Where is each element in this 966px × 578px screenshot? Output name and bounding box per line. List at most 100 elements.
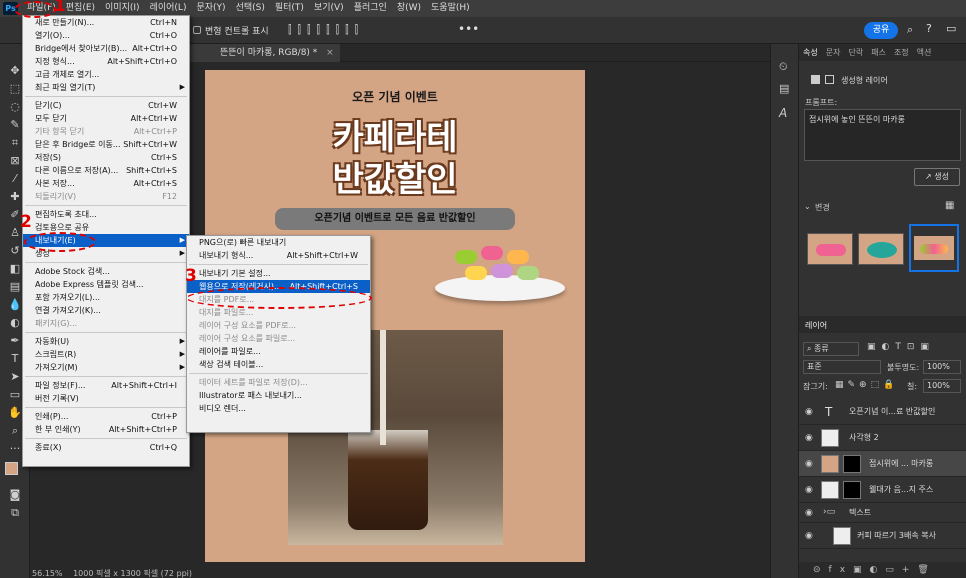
menu-window[interactable]: 창(W) — [392, 0, 426, 17]
file_menu-item[interactable]: 새로 만들기(N)... Ctrl+N — [23, 16, 189, 29]
file_menu-item[interactable]: 파일 정보(F)... Alt+Shift+Ctrl+I — [23, 379, 189, 392]
file_menu-item[interactable]: 가져오기(M) ▶ — [23, 361, 189, 374]
export_menu-item[interactable]: 색상 검색 테이블... — [187, 358, 370, 371]
tab-adjustments[interactable]: 조정 — [890, 47, 913, 58]
file_menu-item[interactable]: 열기(O)... Ctrl+O — [23, 29, 189, 42]
visibility-eye-icon[interactable]: ◉ — [805, 433, 813, 443]
export_menu-item[interactable]: 비디오 렌더... — [187, 402, 370, 415]
fill-field[interactable]: 100% — [923, 379, 961, 393]
file_menu-item[interactable]: 닫기(C) Ctrl+W — [23, 99, 189, 112]
menu-type[interactable]: 문자(Y) — [191, 0, 230, 17]
layer-footer-icons[interactable]: ⊝fx▣◐▭+🗑 — [799, 562, 966, 578]
export_menu-item[interactable]: 내보내기 형식... Alt+Shift+Ctrl+W — [187, 249, 370, 262]
file_menu-item[interactable]: 고급 개체로 열기... — [23, 68, 189, 81]
visibility-eye-icon[interactable]: ◉ — [805, 407, 813, 417]
close-tab-icon[interactable]: × — [326, 48, 334, 58]
transform-controls-checkbox[interactable] — [193, 26, 201, 34]
poster-banner: 오픈기념 이벤트로 모든 음료 반값할인 — [275, 208, 515, 230]
generate-icon: ↗ — [925, 172, 932, 181]
grid-view-icon[interactable]: ▦ — [945, 200, 954, 211]
menu-help[interactable]: 도움말(H) — [426, 0, 475, 17]
lock-icons[interactable]: ▦✎⊕⬚🔒 — [835, 380, 898, 390]
menu-view[interactable]: 보기(V) — [309, 0, 349, 17]
layer-mask-thumbnail[interactable] — [843, 455, 861, 473]
character-icon[interactable]: A — [779, 106, 787, 120]
file_menu-item[interactable]: Bridge에서 찾아보기(B)... Alt+Ctrl+O — [23, 42, 189, 55]
milk-stream — [380, 330, 386, 445]
file_menu-item[interactable]: 포함 가져오기(L)... — [23, 291, 189, 304]
file_menu-item[interactable]: 저장(S) Ctrl+S — [23, 151, 189, 164]
history-icon[interactable]: ⏲ — [779, 60, 788, 74]
file_menu-item[interactable]: Adobe Stock 검색... — [23, 265, 189, 278]
export_menu-item[interactable]: 내보내기 기본 설정... — [187, 267, 370, 280]
comments-icon[interactable]: ▤ — [779, 82, 789, 95]
file_menu-item[interactable]: 연결 가져오기(K)... — [23, 304, 189, 317]
tab-paths[interactable]: 패스 — [867, 47, 890, 58]
tab-paragraph[interactable]: 단락 — [844, 47, 867, 58]
file_menu-item[interactable]: 종료(X) Ctrl+Q — [23, 441, 189, 454]
document-tab[interactable]: 뜬뜬이 마카롱, RGB/8) * × — [190, 44, 340, 62]
layer-row-text[interactable]: ◉ T 오픈기념 이...료 반값할인 — [799, 399, 966, 425]
panel-icon-strip: ⏲ ▤ A — [770, 44, 798, 578]
variation-thumbnail-3-selected[interactable] — [909, 224, 959, 272]
export_menu-item[interactable]: Illustrator로 패스 내보내기... — [187, 389, 370, 402]
layer-name: 오픈기념 이...료 반값할인 — [849, 407, 936, 416]
help-icon[interactable]: ? — [926, 22, 932, 35]
annotation-ring-export — [24, 232, 96, 252]
variation-thumbnail-1[interactable] — [807, 233, 853, 265]
file_menu-item-label: Adobe Stock 검색... — [35, 267, 110, 276]
tab-properties[interactable]: 속성 — [799, 47, 822, 58]
align-icons[interactable]: ⫿⫿⫿⫿⫿⫿⫿⫿ — [288, 23, 364, 37]
foreground-color-swatch[interactable] — [5, 462, 18, 475]
workspace-icon[interactable]: ▭ — [946, 22, 956, 35]
menu-select[interactable]: 선택(S) — [231, 0, 270, 17]
visibility-eye-icon[interactable]: ◉ — [805, 459, 813, 469]
variations-chevron-icon[interactable]: ⌄ — [804, 202, 811, 211]
zoom-level[interactable]: 56.15% — [32, 569, 63, 578]
share-button[interactable]: 공유 — [864, 22, 898, 39]
tab-character[interactable]: 문자 — [822, 47, 845, 58]
file_menu-item[interactable]: 자동화(U) ▶ — [23, 335, 189, 348]
file_menu-item[interactable]: 지정 형식... Alt+Shift+Ctrl+O — [23, 55, 189, 68]
visibility-eye-icon[interactable]: ◉ — [805, 485, 813, 495]
file_menu-item[interactable]: 인쇄(P)... Ctrl+P — [23, 410, 189, 423]
layer-filter-select[interactable]: ⌕ 종류 — [803, 342, 859, 356]
layer-row-mask[interactable]: ◉ 웰대가 음...지 주스 — [799, 477, 966, 503]
file_menu-item-label: 파일 정보(F)... — [35, 381, 86, 390]
tab-actions[interactable]: 액션 — [913, 47, 936, 58]
file_menu-item[interactable]: 사본 저장... Alt+Ctrl+S — [23, 177, 189, 190]
search-icon[interactable]: ⌕ — [907, 23, 913, 37]
screen-mode-icon[interactable]: ⧉ — [6, 506, 24, 520]
layer-filter-icons[interactable]: ▣◐T⊡▣ — [867, 342, 935, 352]
file_menu-item[interactable]: 모두 닫기 Alt+Ctrl+W — [23, 112, 189, 125]
export_menu-item-label: 레이어를 파일로... — [199, 347, 261, 356]
quick-mask-icon[interactable]: ◙ — [6, 488, 24, 502]
file_menu-item[interactable]: 한 부 인쇄(Y) Alt+Shift+Ctrl+P — [23, 423, 189, 436]
layer-mask-thumbnail[interactable] — [843, 481, 861, 499]
file_menu-item[interactable]: 다른 이름으로 저장(A)... Shift+Ctrl+S — [23, 164, 189, 177]
export_menu-item[interactable]: 레이어를 파일로... — [187, 345, 370, 358]
layer-row-selected[interactable]: ◉ 접시위에 ... 마카롱 — [799, 451, 966, 477]
generate-button[interactable]: ↗ 생성 — [914, 168, 960, 186]
blend-mode-select[interactable]: 표준 — [803, 360, 881, 374]
variation-thumbnail-2[interactable] — [858, 233, 904, 265]
layer-row-group[interactable]: ◉ ›▭ 텍스트 — [799, 503, 966, 523]
visibility-eye-icon[interactable]: ◉ — [805, 508, 813, 518]
file_menu-item[interactable]: 스크립트(R) ▶ — [23, 348, 189, 361]
file_menu-item[interactable]: 편집하도록 초대... — [23, 208, 189, 221]
file_menu-item[interactable]: 버전 기록(V) — [23, 392, 189, 405]
file_menu-item[interactable]: 최근 파일 열기(T) ▶ — [23, 81, 189, 94]
tab-layers[interactable]: 레이어 — [805, 320, 827, 331]
file_menu-item[interactable]: 닫은 후 Bridge로 이동... Shift+Ctrl+W — [23, 138, 189, 151]
visibility-eye-icon[interactable]: ◉ — [805, 531, 813, 541]
layer-row-video[interactable]: ◉ 커피 따르기 3배속 복사 — [799, 523, 966, 549]
export_menu-item[interactable]: PNG으(로) 빠른 내보내기 — [187, 236, 370, 249]
file_menu-item[interactable]: Adobe Express 템플릿 검색... — [23, 278, 189, 291]
opacity-field[interactable]: 100% — [923, 360, 961, 374]
menu-plugins[interactable]: 플러그인 — [349, 0, 392, 17]
macaron-green — [455, 250, 477, 264]
prompt-field[interactable]: 접시위에 놓인 뜬뜬이 마카롱 — [804, 109, 961, 161]
more-options-icon[interactable]: ••• — [458, 22, 479, 36]
layer-row-shape[interactable]: ◉ 사각형 2 — [799, 425, 966, 451]
menu-filter[interactable]: 필터(T) — [270, 0, 309, 17]
